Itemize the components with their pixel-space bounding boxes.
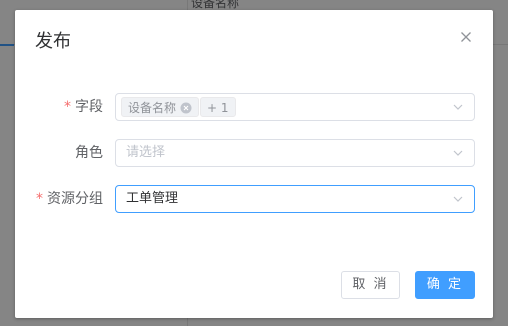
close-icon[interactable] — [457, 28, 475, 46]
form-row-group: * 资源分组 工单管理 — [15, 185, 493, 213]
cancel-button[interactable]: 取 消 — [341, 271, 400, 299]
chevron-down-icon — [452, 101, 464, 113]
tag-close-icon[interactable] — [180, 102, 192, 114]
required-asterisk: * — [36, 191, 43, 207]
confirm-button[interactable]: 确 定 — [415, 271, 475, 299]
group-label: * 资源分组 — [36, 185, 103, 213]
collapsed-tags-count: + 1 — [200, 97, 236, 117]
chevron-down-icon — [452, 193, 464, 205]
field-multi-select[interactable]: 设备名称 + 1 — [115, 93, 475, 121]
group-label-text: 资源分组 — [47, 191, 103, 207]
chevron-down-icon — [452, 147, 464, 159]
selected-tag: 设备名称 — [121, 97, 200, 117]
selected-tag-label: 设备名称 — [128, 101, 177, 115]
form-row-role: 角色 请选择 — [15, 139, 493, 167]
resource-group-value: 工单管理 — [126, 191, 179, 206]
field-label-text: 字段 — [75, 99, 103, 115]
dialog-title: 发布 — [35, 31, 71, 52]
role-select[interactable]: 请选择 — [115, 139, 475, 167]
publish-dialog: 发布 * 字段 设备名称 + 1 角色 请选择 * 资源分组 工单管理 取 消 … — [15, 10, 493, 318]
required-asterisk: * — [64, 99, 71, 115]
resource-group-select[interactable]: 工单管理 — [115, 185, 475, 213]
field-label: * 字段 — [64, 93, 103, 121]
role-label: 角色 — [75, 145, 103, 161]
role-placeholder: 请选择 — [126, 145, 166, 160]
form-row-field: * 字段 设备名称 + 1 — [15, 93, 493, 121]
